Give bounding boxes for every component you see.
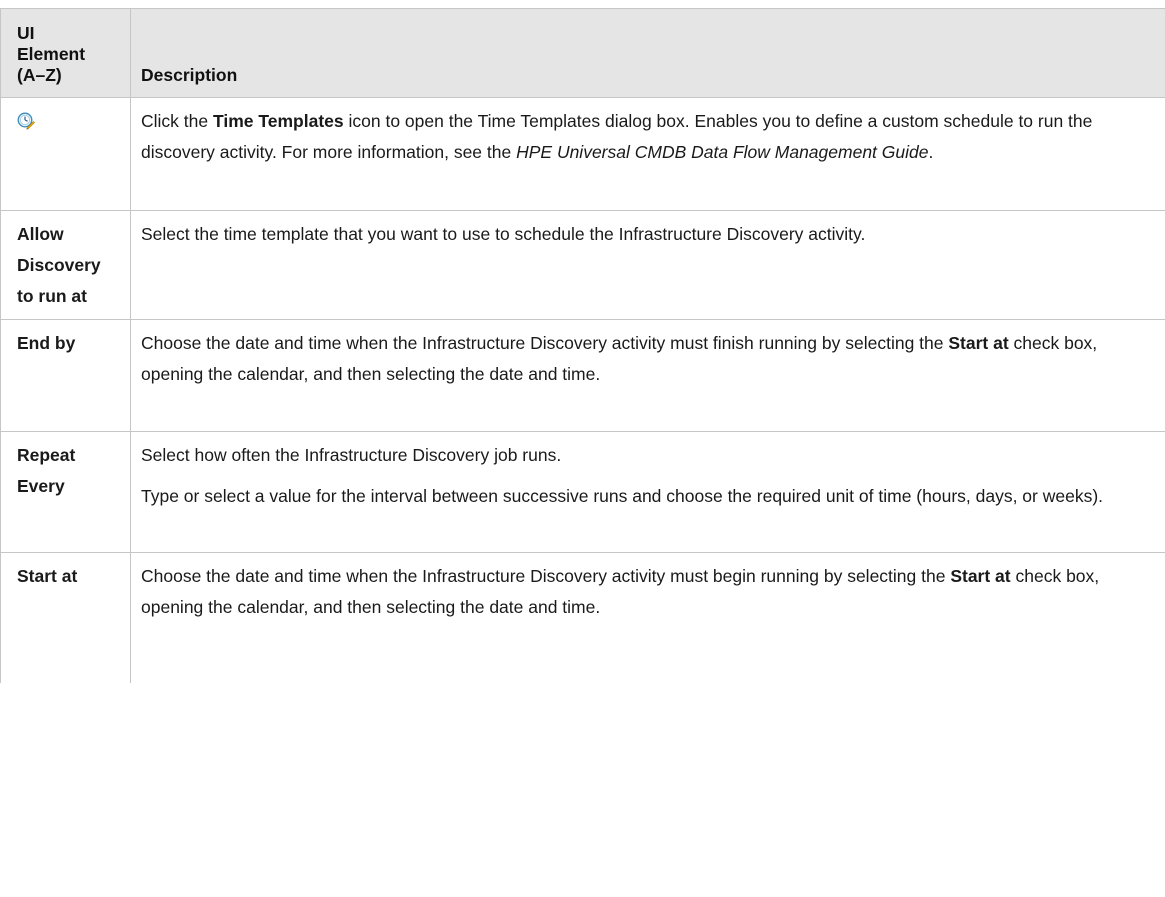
header-ui-element-line-1: UI (17, 23, 35, 43)
table-row: Repeat Every Select how often the Infras… (0, 431, 1165, 553)
bold-term: Time Templates (212, 111, 344, 131)
text-segment: Click the (141, 111, 213, 131)
header-ui-element: UI Element (A–Z) (0, 8, 131, 98)
time-templates-icon[interactable] (17, 109, 35, 130)
element-cell: End by (0, 319, 131, 432)
guide-reference: HPE Universal CMDB Data Flow Management … (516, 142, 929, 162)
bold-term: Start at (948, 333, 1009, 353)
element-cell: Allow Discovery to run at (0, 210, 131, 320)
description-text: Choose the date and time when the Infras… (141, 561, 1164, 623)
header-description: Description (130, 8, 1165, 98)
table-row: Click the Time Templates icon to open th… (0, 97, 1165, 211)
description-cell: Select the time template that you want t… (130, 210, 1165, 320)
text-segment: Choose the date and time when the Infras… (141, 333, 949, 353)
description-cell: Choose the date and time when the Infras… (130, 552, 1165, 683)
table-row: Start at Choose the date and time when t… (0, 552, 1165, 683)
element-name: Start at (17, 566, 78, 586)
table-header-row: UI Element (A–Z) Description (0, 8, 1165, 98)
element-cell: Start at (0, 552, 131, 683)
element-cell: Repeat Every (0, 431, 131, 553)
bold-term: Start at (950, 566, 1011, 586)
description-text: Select how often the Infrastructure Disc… (141, 445, 562, 465)
text-segment: . (928, 142, 934, 162)
description-text: Choose the date and time when the Infras… (141, 328, 1164, 390)
description-text: Click the Time Templates icon to open th… (141, 106, 1164, 168)
element-name: End by (17, 333, 76, 353)
description-text: Type or select a value for the interval … (141, 486, 1104, 506)
element-name: Repeat Every (17, 445, 76, 496)
header-ui-element-line-2: Element (17, 44, 86, 64)
description-cell: Click the Time Templates icon to open th… (130, 97, 1165, 211)
element-cell (0, 97, 131, 211)
header-ui-element-line-3: (A–Z) (17, 65, 62, 85)
ui-elements-table: UI Element (A–Z) Description Click the T… (0, 8, 1165, 683)
table-row: End by Choose the date and time when the… (0, 319, 1165, 432)
description-cell: Select how often the Infrastructure Disc… (130, 431, 1165, 553)
element-name: Allow Discovery to run at (17, 224, 101, 306)
text-segment: Choose the date and time when the Infras… (141, 566, 951, 586)
description-text: Select the time template that you want t… (141, 224, 866, 244)
description-cell: Choose the date and time when the Infras… (130, 319, 1165, 432)
table-row: Allow Discovery to run at Select the tim… (0, 210, 1165, 320)
